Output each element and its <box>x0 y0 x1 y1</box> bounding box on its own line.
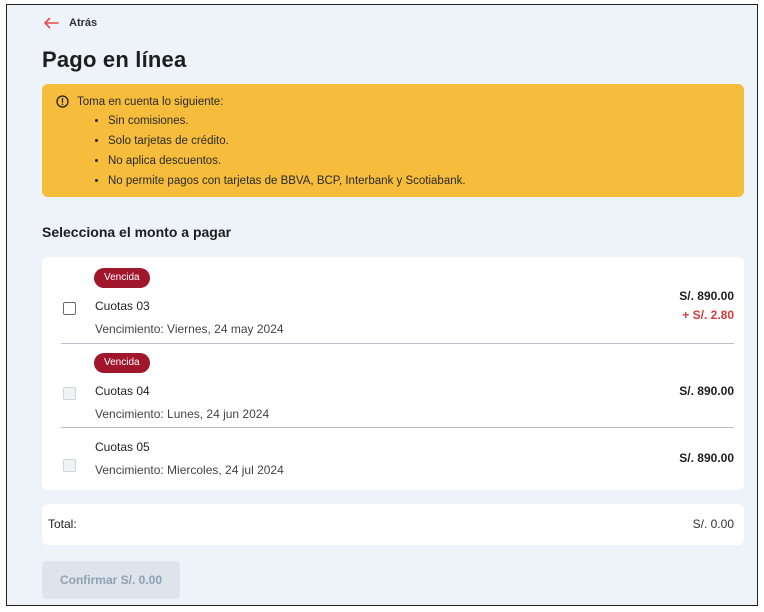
page-title: Pago en línea <box>42 47 187 72</box>
installment-due-date: Vencimiento: Miercoles, 24 jul 2024 <box>95 463 284 477</box>
installment-due-date: Vencimiento: Lunes, 24 jun 2024 <box>95 407 270 421</box>
notice-item: No permite pagos con tarjetas de BBVA, B… <box>108 171 744 191</box>
notice-item: Sin comisiones. <box>108 111 744 131</box>
installment-checkbox[interactable] <box>63 302 76 315</box>
notice-item: No aplica descuentos. <box>108 151 744 171</box>
installments-list: Vencida Cuotas 03 Vencimiento: Viernes, … <box>42 257 744 490</box>
back-link[interactable]: Atrás <box>43 17 97 29</box>
overdue-badge: Vencida <box>94 268 150 288</box>
section-title: Selecciona el monto a pagar <box>42 224 232 240</box>
notice-list: Sin comisiones. Solo tarjetas de crédito… <box>56 111 744 191</box>
installment-checkbox[interactable] <box>63 459 76 472</box>
installment-item-cuotas-05[interactable]: Cuotas 05 Vencimiento: Miercoles, 24 jul… <box>42 428 744 490</box>
installment-name: Cuotas 05 <box>95 440 150 454</box>
total-row: Total: S/. 0.00 <box>42 504 744 545</box>
back-label: Atrás <box>69 17 98 29</box>
installment-checkbox[interactable] <box>63 387 76 400</box>
notice-item: Solo tarjetas de crédito. <box>108 131 744 151</box>
info-circle-icon <box>56 95 69 108</box>
overdue-badge: Vencida <box>94 353 150 373</box>
installment-amount: S/. 890.00 <box>679 451 734 465</box>
app-frame: Atrás Pago en línea Toma en cuenta lo si… <box>6 4 758 606</box>
total-label: Total: <box>48 517 77 531</box>
notice-heading: Toma en cuenta lo siguiente: <box>77 95 224 108</box>
installment-amount: S/. 890.00 <box>679 289 734 303</box>
arrow-left-icon <box>44 17 59 29</box>
confirm-payment-button[interactable]: Confirmar S/. 0.00 <box>42 561 180 599</box>
info-notice: Toma en cuenta lo siguiente: Sin comisio… <box>42 84 744 197</box>
installment-due-date: Vencimiento: Viernes, 24 may 2024 <box>95 322 284 336</box>
total-value: S/. 0.00 <box>692 517 734 531</box>
installment-name: Cuotas 03 <box>95 299 150 313</box>
installment-name: Cuotas 04 <box>95 384 150 398</box>
installment-surcharge: + S/. 2.80 <box>682 308 734 322</box>
installment-amount: S/. 890.00 <box>679 384 734 398</box>
installment-item-cuotas-03[interactable]: Vencida Cuotas 03 Vencimiento: Viernes, … <box>42 257 744 344</box>
installment-item-cuotas-04[interactable]: Vencida Cuotas 04 Vencimiento: Lunes, 24… <box>42 344 744 428</box>
notice-header: Toma en cuenta lo siguiente: <box>56 95 744 108</box>
